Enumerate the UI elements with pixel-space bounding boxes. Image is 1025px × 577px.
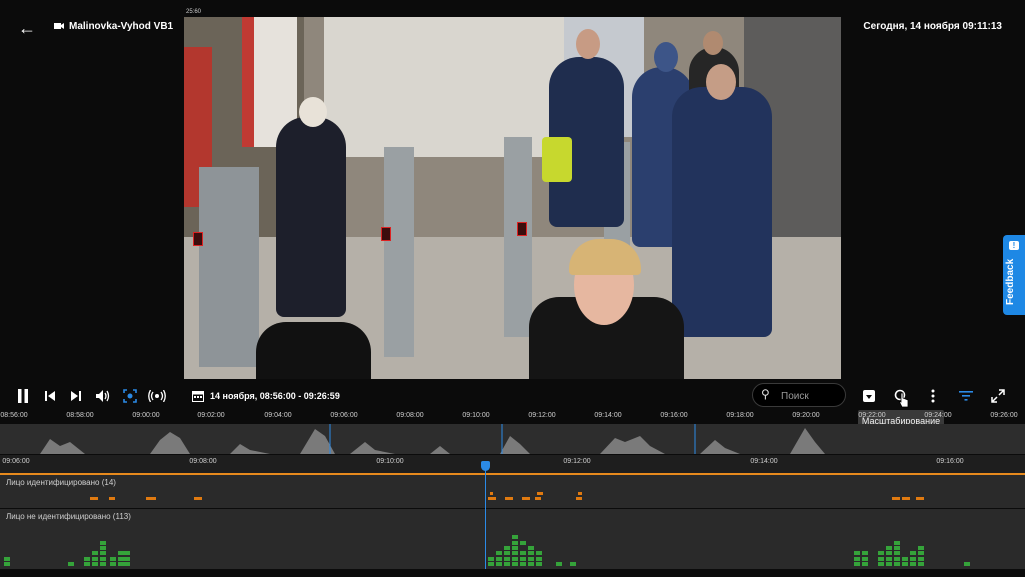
turnstile-indicator	[193, 232, 203, 246]
tick-label: 08:56:00	[0, 412, 28, 419]
playhead-line[interactable]	[485, 461, 486, 569]
tick-label: 09:16:00	[936, 458, 964, 465]
more-menu-icon[interactable]	[924, 386, 942, 406]
identified-events	[90, 492, 924, 500]
turnstile-indicator	[517, 222, 527, 236]
person-head	[703, 31, 723, 55]
next-button[interactable]	[66, 386, 86, 406]
volume-icon[interactable]	[93, 386, 113, 406]
timeline-overview-ruler: 08:56:00 08:58:00 09:00:00 09:02:00 09:0…	[0, 412, 1025, 424]
tick-label: 09:14:00	[594, 412, 622, 419]
tick-label: 09:12:00	[563, 458, 591, 465]
download-button[interactable]	[860, 386, 878, 406]
search-input[interactable]	[779, 387, 843, 405]
person-head	[299, 97, 327, 127]
focus-frame-icon[interactable]	[120, 386, 140, 406]
tick-label: 09:14:00	[750, 458, 778, 465]
feedback-label: Feedback	[1005, 258, 1016, 305]
person-head	[654, 42, 678, 72]
turnstile	[199, 167, 259, 367]
timeline-detail-ruler: 09:06:00 09:08:00 09:10:00 09:12:00 09:1…	[0, 455, 1025, 473]
turnstile	[504, 137, 532, 337]
turnstile	[384, 147, 414, 357]
live-broadcast-icon[interactable]	[146, 386, 168, 406]
search-icon: ⚲	[761, 387, 770, 401]
tick-label: 09:00:00	[132, 412, 160, 419]
back-arrow-icon[interactable]: ←	[18, 18, 38, 38]
fullscreen-expand-icon[interactable]	[988, 386, 1008, 406]
activity-density-graph	[0, 424, 1025, 454]
calendar-icon[interactable]	[190, 386, 206, 406]
tick-label: 09:02:00	[197, 412, 225, 419]
video-timestamp: 25:60	[186, 9, 202, 15]
previous-button[interactable]	[40, 386, 60, 406]
track-face-unidentified[interactable]: Лицо не идентифицировано (113)	[0, 509, 1025, 569]
search-box[interactable]: ⚲	[752, 383, 846, 407]
tick-label: 09:18:00	[726, 412, 754, 419]
playhead-handle[interactable]	[481, 461, 490, 471]
current-datetime: Сегодня, 14 ноября 09:11:13	[863, 21, 1002, 32]
tick-label: 09:06:00	[330, 412, 358, 419]
track-face-identified[interactable]: Лицо идентифицировано (14)	[0, 475, 1025, 508]
tick-label: 09:06:00	[2, 458, 30, 465]
tick-label: 09:20:00	[792, 412, 820, 419]
person-head	[706, 64, 736, 100]
tick-label: 08:58:00	[66, 412, 94, 419]
tick-label: 09:16:00	[660, 412, 688, 419]
tick-label: 09:24:00	[924, 412, 952, 419]
time-range-label[interactable]: 14 ноября, 08:56:00 - 09:26:59	[210, 391, 340, 401]
tick-label: 09:08:00	[189, 458, 217, 465]
person	[256, 322, 371, 379]
mouse-cursor-icon	[898, 392, 910, 408]
feedback-icon: !	[1009, 241, 1019, 250]
tick-label: 09:08:00	[396, 412, 424, 419]
camera-name: Malinovka-Vyhod VB1	[69, 21, 174, 32]
tick-label: 09:10:00	[462, 412, 490, 419]
person	[276, 117, 346, 317]
person-head	[576, 29, 600, 59]
poster	[242, 17, 254, 147]
tick-label: 09:10:00	[376, 458, 404, 465]
tick-label: 09:04:00	[264, 412, 292, 419]
tick-label: 09:26:00	[990, 412, 1018, 419]
pause-button[interactable]	[13, 386, 33, 406]
shopping-bag	[542, 137, 572, 182]
person	[672, 87, 772, 337]
tick-label: 09:12:00	[528, 412, 556, 419]
unidentified-events	[4, 535, 970, 566]
video-player[interactable]	[184, 17, 841, 379]
filter-icon[interactable]	[956, 386, 976, 406]
turnstile-indicator	[381, 227, 391, 241]
camera-icon	[54, 23, 64, 29]
feedback-tab[interactable]: ! Feedback	[1003, 235, 1025, 315]
timeline-overview[interactable]	[0, 424, 1025, 454]
tick-label: 09:22:00	[858, 412, 886, 419]
